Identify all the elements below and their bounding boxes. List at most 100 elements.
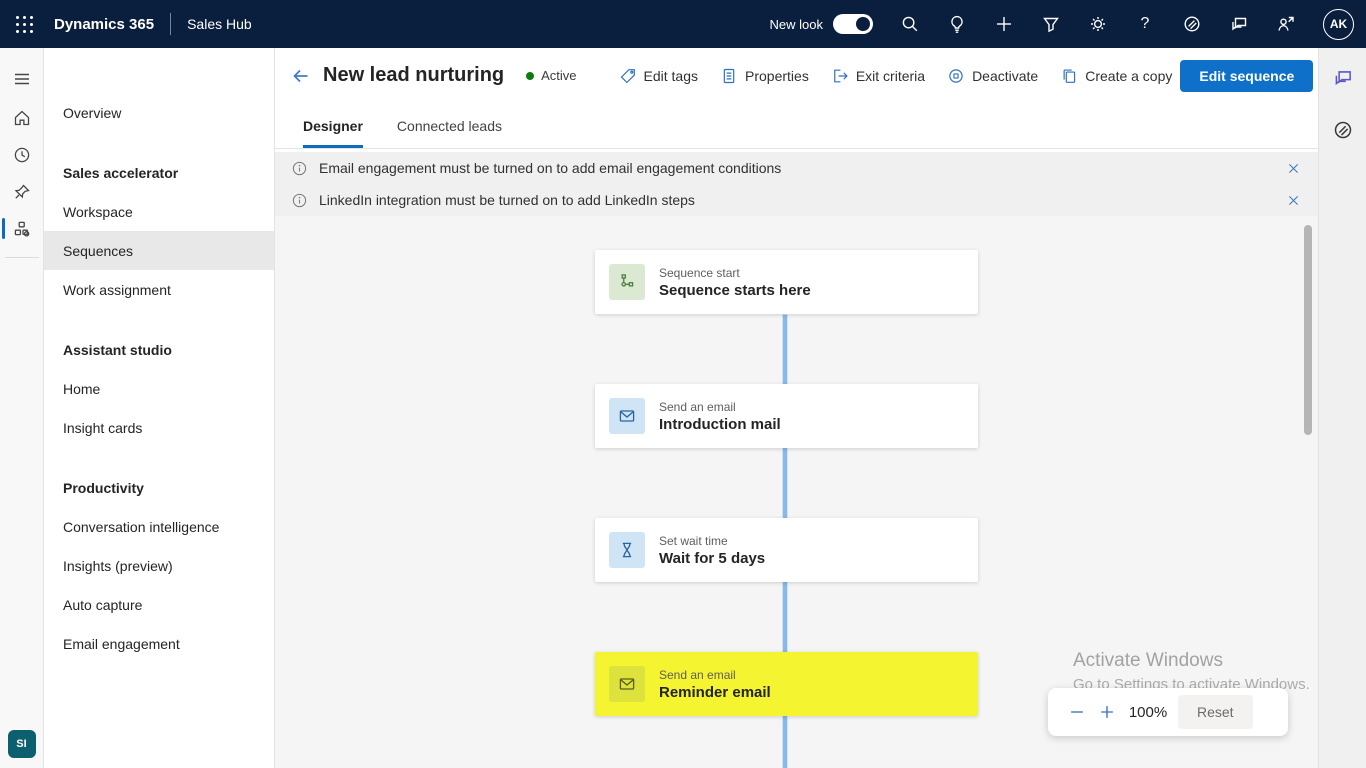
app-launcher-waffle-icon[interactable] [0, 0, 48, 48]
tab[interactable]: Connected leads [397, 103, 502, 148]
search-icon[interactable] [900, 14, 920, 34]
tab-strip: Designer Connected leads [275, 103, 1318, 149]
info-icon [291, 160, 308, 177]
sidebar-item-label: Insights (preview) [63, 558, 173, 574]
add-icon[interactable] [994, 14, 1014, 34]
product-name: Dynamics 365 [54, 16, 154, 33]
sidebar-item[interactable]: Insights (preview) [44, 546, 274, 585]
sequence-step-card[interactable]: Send an email Reminder email [595, 652, 978, 716]
copy-icon [1060, 67, 1078, 85]
topbar-divider [170, 13, 171, 35]
edit-sequence-button[interactable]: Edit sequence [1180, 60, 1313, 92]
command-button[interactable]: Exit criteria [823, 61, 933, 91]
top-navigation-bar: Dynamics 365 Sales Hub New look ? [0, 0, 1366, 48]
banner-text: LinkedIn integration must be turned on t… [319, 192, 695, 208]
zoom-in-plus-icon[interactable] [1092, 697, 1122, 727]
card-text: Send an email Introduction mail [659, 399, 781, 434]
sidebar-item-label: Insight cards [63, 420, 142, 436]
command-button[interactable]: Create a copy [1052, 61, 1180, 91]
recent-clock-icon[interactable] [0, 136, 44, 173]
zoom-reset-button[interactable]: Reset [1178, 695, 1253, 729]
sidebar-item[interactable]: Conversation intelligence [44, 507, 274, 546]
sequence-steps: Sequence start Sequence starts here Send… [595, 250, 978, 716]
step-type-label: Send an email [659, 399, 781, 415]
app-name[interactable]: Sales Hub [187, 16, 252, 32]
sidebar-item: Productivity [44, 468, 274, 507]
hourglass-icon [609, 532, 645, 568]
app-badge[interactable]: SI [8, 730, 36, 758]
new-look-label: New look [770, 17, 823, 32]
card-text: Sequence start Sequence starts here [659, 265, 811, 300]
home-icon[interactable] [0, 99, 44, 136]
copilot-panel-icon[interactable] [1331, 118, 1355, 142]
status-dot-icon [526, 72, 534, 80]
help-icon[interactable]: ? [1135, 14, 1155, 34]
left-icon-rail: SI [0, 48, 44, 768]
command-button[interactable]: Deactivate [939, 61, 1046, 91]
topbar-actions: New look ? AK [770, 9, 1366, 40]
command-bar: New lead nurturing Active Edi [275, 48, 1318, 103]
step-title: Sequence starts here [659, 281, 811, 300]
banner-close-icon[interactable] [1282, 189, 1304, 211]
filter-icon[interactable] [1041, 14, 1061, 34]
sidebar-item-label: Conversation intelligence [63, 519, 219, 535]
sidebar-item[interactable]: Workspace [44, 192, 274, 231]
email-envelope-icon [609, 666, 645, 702]
info-banner: Email engagement must be turned on to ad… [275, 152, 1318, 184]
sidebar-item[interactable]: Auto capture [44, 585, 274, 624]
sidebar-item: Assistant studio [44, 330, 274, 369]
step-title: Wait for 5 days [659, 549, 765, 568]
sequence-step-card[interactable]: Sequence start Sequence starts here [595, 250, 978, 314]
vertical-scrollbar-thumb[interactable] [1304, 225, 1312, 435]
site-map-sidebar: Overview Sales accelerator Workspace Seq… [44, 48, 275, 768]
banner-close-icon[interactable] [1282, 157, 1304, 179]
banner-text: Email engagement must be turned on to ad… [319, 160, 781, 176]
sidebar-item-label: Overview [63, 105, 121, 121]
sidebar-item-label: Auto capture [63, 597, 142, 613]
exit-criteria-icon [831, 67, 849, 85]
page-title: New lead nurturing [323, 64, 504, 87]
sidebar-item[interactable]: Home [44, 369, 274, 408]
command-button[interactable]: Edit tags [611, 61, 706, 91]
properties-document-icon [720, 67, 738, 85]
sidebar-item-label: Work assignment [63, 282, 171, 298]
feedback-icon[interactable] [1229, 14, 1249, 34]
command-button[interactable]: Properties [712, 61, 817, 91]
sales-accelerator-app-icon[interactable] [0, 210, 44, 247]
sidebar-item: Sales accelerator [44, 153, 274, 192]
waffle-grid-icon [16, 16, 33, 33]
sidebar-item-label: Sequences [63, 243, 133, 259]
zoom-level-value: 100% [1122, 704, 1174, 721]
copilot-icon[interactable] [1182, 14, 1202, 34]
sidebar-item[interactable]: Work assignment [44, 270, 274, 309]
sidebar-item[interactable]: Sequences [44, 231, 274, 270]
settings-gear-icon[interactable] [1088, 14, 1108, 34]
sidebar-item[interactable]: Overview [44, 93, 274, 132]
sidebar-item-label: Home [63, 381, 100, 397]
user-avatar[interactable]: AK [1323, 9, 1354, 40]
new-look-toggle[interactable] [833, 14, 873, 34]
tag-icon [619, 67, 637, 85]
sequence-step-card[interactable]: Set wait time Wait for 5 days [595, 518, 978, 582]
share-contact-icon[interactable] [1276, 14, 1296, 34]
status-badge: Active [526, 68, 576, 83]
step-type-label: Send an email [659, 667, 771, 683]
step-title: Reminder email [659, 683, 771, 702]
sidebar-item[interactable]: Insight cards [44, 408, 274, 447]
sidebar-item-label: Assistant studio [63, 342, 172, 358]
sequence-designer-canvas[interactable]: Sequence start Sequence starts here Send… [275, 216, 1318, 768]
zoom-controls: 100% Reset [1048, 688, 1288, 736]
rail-divider [5, 257, 39, 258]
teams-chat-icon[interactable] [1331, 66, 1355, 90]
info-banner: LinkedIn integration must be turned on t… [275, 184, 1318, 216]
command-label: Properties [745, 68, 809, 84]
lightbulb-icon[interactable] [947, 14, 967, 34]
back-arrow-icon[interactable] [291, 62, 311, 90]
menu-hamburger-icon[interactable] [0, 60, 44, 97]
sidebar-item-label: Sales accelerator [63, 165, 178, 181]
sidebar-item[interactable]: Email engagement [44, 624, 274, 663]
sequence-step-card[interactable]: Send an email Introduction mail [595, 384, 978, 448]
tab[interactable]: Designer [303, 103, 363, 148]
pinned-icon[interactable] [0, 173, 44, 210]
zoom-out-minus-icon[interactable] [1062, 697, 1092, 727]
